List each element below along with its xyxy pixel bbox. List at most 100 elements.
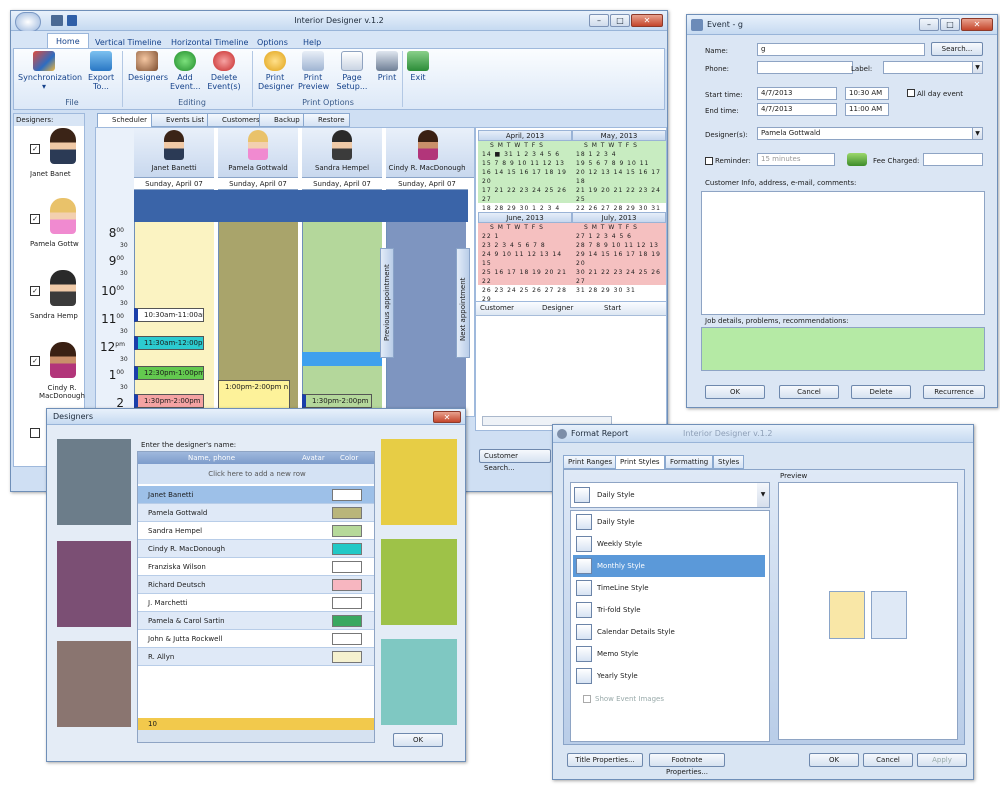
synchronization-button[interactable]: Synchronization ▾ (18, 51, 82, 91)
title-properties-button[interactable]: Title Properties... (567, 753, 643, 767)
color-swatch[interactable] (332, 597, 362, 609)
tab-events-list[interactable]: Events List (151, 113, 210, 127)
delete-button[interactable]: Delete (851, 385, 911, 399)
table-row[interactable]: J. Marchetti (138, 594, 374, 612)
appointment[interactable]: 1:30pm-2:00pm gg (302, 394, 372, 408)
designer-checkbox[interactable]: ✓ (30, 286, 40, 296)
designer-checkbox[interactable] (30, 428, 40, 438)
designer-dropdown[interactable]: Pamela Gottwald ▼ (757, 127, 983, 140)
style-combobox[interactable]: Daily Style ▼ (570, 482, 770, 508)
page-setup-button[interactable]: Page Setup... (334, 51, 370, 91)
color-swatch[interactable] (332, 651, 362, 663)
start-time-input[interactable]: 10:30 AM (845, 87, 889, 100)
appointment[interactable]: 1:30pm-2:00pm f (134, 394, 204, 408)
designer-checkbox[interactable]: ✓ (30, 356, 40, 366)
tab-print-ranges[interactable]: Print Ranges (563, 455, 618, 469)
style-item[interactable]: Yearly Style (573, 665, 765, 687)
tab-scheduler[interactable]: Scheduler (97, 113, 153, 127)
month-calendar[interactable]: May, 2013 S M T W T F S 18 1 2 3 4 19 5 6… (572, 130, 666, 212)
tab-formatting[interactable]: Formatting (665, 455, 714, 469)
color-swatch[interactable] (332, 543, 362, 555)
col-designer[interactable]: Designer (542, 304, 573, 312)
export-button[interactable]: Export To... (88, 51, 114, 91)
next-appointment-button[interactable]: Next appointment (456, 248, 470, 358)
month-calendar[interactable]: June, 2013 S M T W T F S 22 1 23 2 3 4 5 … (478, 212, 572, 303)
maximize-button[interactable]: □ (940, 18, 960, 31)
customer-search-button[interactable]: Customer Search... (479, 449, 551, 472)
tab-backup[interactable]: Backup (259, 113, 305, 127)
designer-checkbox[interactable]: ✓ (30, 214, 40, 224)
month-calendar[interactable]: July, 2013 S M T W T F S 27 1 2 3 4 5 62… (572, 212, 666, 294)
designer-checkbox[interactable]: ✓ (30, 144, 40, 154)
color-swatch[interactable] (332, 489, 362, 501)
style-item[interactable]: Daily Style (573, 511, 765, 533)
style-item[interactable]: Calendar Details Style (573, 621, 765, 643)
close-button[interactable]: ✕ (433, 411, 461, 423)
tab-print-styles[interactable]: Print Styles (615, 455, 665, 469)
tab-restore[interactable]: Restore (303, 113, 350, 127)
col-customer[interactable]: Customer (480, 304, 514, 312)
color-swatch[interactable] (332, 615, 362, 627)
table-row[interactable]: John & Jutta Rockwell (138, 630, 374, 648)
color-swatch[interactable] (332, 507, 362, 519)
print-quick-icon[interactable] (51, 15, 63, 26)
table-row[interactable]: Pamela Gottwald (138, 504, 374, 522)
style-item[interactable]: Tri-fold Style (573, 599, 765, 621)
print-button[interactable]: Print (374, 51, 400, 82)
footnote-properties-button[interactable]: Footnote Properties... (649, 753, 725, 776)
appointment[interactable]: 11:30am-12:00pm d (134, 336, 204, 350)
phone-input[interactable] (757, 61, 853, 74)
job-details-textarea[interactable] (701, 327, 985, 371)
tab-customers[interactable]: Customers (207, 113, 265, 127)
style-item[interactable]: Memo Style (573, 643, 765, 665)
col-name-phone[interactable]: Name, phone (188, 452, 235, 464)
add-event-button[interactable]: Add Event... (170, 51, 201, 91)
color-swatch[interactable] (332, 579, 362, 591)
print-designer-button[interactable]: Print Designer (258, 51, 294, 91)
style-item[interactable]: Monthly Style (573, 555, 765, 577)
previous-appointment-button[interactable]: Previous appointment (380, 248, 394, 358)
end-date-input[interactable]: 4/7/2013 (757, 103, 837, 116)
style-item[interactable]: TimeLine Style (573, 577, 765, 599)
print-preview-button[interactable]: Print Preview (298, 51, 329, 91)
designers-button[interactable]: Designers (128, 51, 168, 82)
appointment[interactable]: 1:00pm-2:00pm n (218, 380, 290, 410)
end-time-input[interactable]: 11:00 AM (845, 103, 889, 116)
all-day-checkbox[interactable] (907, 89, 915, 97)
table-row[interactable]: Richard Deutsch (138, 576, 374, 594)
reminder-checkbox[interactable] (705, 157, 713, 165)
add-row[interactable]: Click here to add a new row (138, 464, 374, 484)
style-item[interactable]: Weekly Style (573, 533, 765, 555)
delete-event-button[interactable]: Delete Event(s) (206, 51, 242, 91)
show-images-checkbox[interactable] (583, 695, 591, 703)
all-day-area[interactable] (134, 190, 468, 222)
maximize-button[interactable]: □ (610, 14, 630, 27)
close-button[interactable]: ✕ (631, 14, 663, 27)
start-date-input[interactable]: 4/7/2013 (757, 87, 837, 100)
table-row[interactable]: R. Allyn (138, 648, 374, 666)
recurrence-button[interactable]: Recurrence (923, 385, 985, 399)
exit-button[interactable]: Exit (406, 51, 430, 82)
grid-navigator[interactable] (138, 730, 374, 742)
tab-home[interactable]: Home (47, 33, 89, 49)
table-row[interactable]: Sandra Hempel (138, 522, 374, 540)
ok-button[interactable]: OK (705, 385, 765, 399)
cancel-button[interactable]: Cancel (863, 753, 913, 767)
appointment[interactable]: 10:30am-11:00am g (134, 308, 204, 322)
table-row[interactable]: Cindy R. MacDonough (138, 540, 374, 558)
table-row[interactable]: Franziska Wilson (138, 558, 374, 576)
chevron-down-icon[interactable]: ▼ (757, 483, 769, 507)
customer-info-textarea[interactable] (701, 191, 985, 315)
table-row[interactable]: Janet Banetti (138, 486, 374, 504)
apply-button[interactable]: Apply (917, 753, 967, 767)
col-color[interactable]: Color (340, 452, 358, 464)
ok-button[interactable]: OK (393, 733, 443, 747)
color-swatch[interactable] (332, 633, 362, 645)
minimize-button[interactable]: – (919, 18, 939, 31)
tab-styles[interactable]: Styles (713, 455, 745, 469)
label-dropdown[interactable]: ▼ (883, 61, 983, 74)
search-button[interactable]: Search... (931, 42, 983, 56)
minimize-button[interactable]: – (589, 14, 609, 27)
name-input[interactable]: g (757, 43, 925, 56)
close-button[interactable]: ✕ (961, 18, 993, 31)
